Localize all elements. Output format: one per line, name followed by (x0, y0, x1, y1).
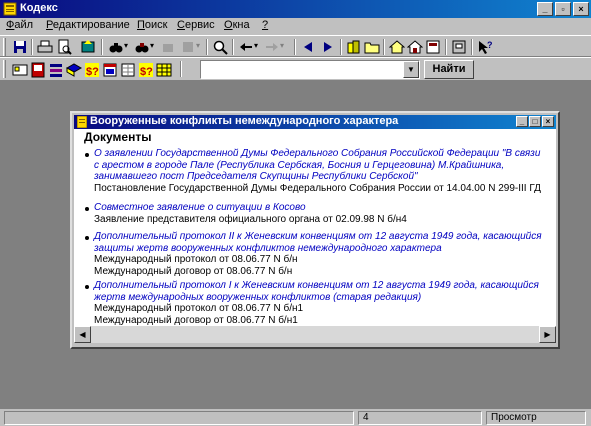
document-info: Заявление представителя официального орг… (94, 213, 407, 225)
document-link[interactable]: Совместное заявление о ситуации в Косово (94, 202, 544, 214)
print-icon[interactable] (37, 39, 53, 55)
price-query-2-icon[interactable]: $? (138, 62, 154, 78)
print-preview-icon[interactable] (56, 39, 72, 55)
document-window: Вооруженные конфликты немеждународного х… (70, 111, 560, 349)
restore-button[interactable]: ▫ (555, 2, 571, 16)
status-panel-main (4, 411, 354, 425)
menu-bar: Файл Редактирование Поиск Сервис Окна ? (0, 18, 591, 35)
books-icon[interactable] (346, 39, 362, 55)
menu-windows[interactable]: Окна (224, 19, 250, 31)
documents-heading: Документы (84, 130, 152, 144)
card-icon[interactable] (12, 62, 28, 78)
bullet-icon (85, 285, 89, 289)
list-item: О заявлении Государственной Думы Федерал… (85, 148, 544, 194)
context-help-icon[interactable]: ? (477, 39, 493, 55)
classifier-icon[interactable] (48, 62, 64, 78)
document-info: Международный договор от 08.06.77 N б/н (94, 265, 293, 277)
bullet-icon (85, 236, 89, 240)
document-icon[interactable] (425, 39, 441, 55)
document-info: Международный договор от 08.06.77 N б/н1 (94, 314, 298, 326)
scroll-right-icon[interactable]: ▶ (539, 326, 556, 343)
search-combo[interactable]: ▼ (200, 60, 420, 79)
calendar-icon[interactable] (102, 62, 118, 78)
grid-doc-icon[interactable] (120, 62, 136, 78)
child-minimize-button[interactable]: _ (516, 116, 528, 127)
status-mode: Просмотр (486, 411, 586, 425)
find-next-icon[interactable] (134, 39, 150, 55)
document-link[interactable]: О заявлении Государственной Думы Федерал… (94, 148, 544, 183)
settings-icon[interactable] (451, 39, 467, 55)
document-list: Документы О заявлении Государственной Ду… (74, 129, 556, 326)
app-icon (3, 2, 17, 16)
document-window-title: Вооруженные конфликты немеждународного х… (90, 115, 399, 127)
binoculars-icon[interactable] (108, 39, 124, 55)
save-icon[interactable] (12, 39, 28, 55)
bullet-icon (85, 207, 89, 211)
book-icon[interactable] (66, 62, 82, 78)
document-link[interactable]: Дополнительный протокол I к Женевским ко… (94, 280, 544, 303)
table-icon[interactable] (156, 62, 172, 78)
svg-text:?: ? (487, 40, 493, 50)
main-toolbar: ▾ ▾ ▾ ▾ ▾ ? (0, 35, 591, 57)
horizontal-scrollbar[interactable]: ◀ ▶ (74, 326, 556, 343)
price-query-icon[interactable]: $? (84, 62, 100, 78)
menu-service[interactable]: Сервис (177, 19, 215, 31)
app-title: Кодекс (20, 2, 58, 14)
document-info: Постановление Государственной Думы Федер… (94, 182, 541, 194)
list-item: Дополнительный протокол I к Женевским ко… (85, 280, 544, 326)
scroll-left-icon[interactable]: ◀ (74, 326, 91, 343)
document-info: Международный протокол от 08.06.77 N б/н (94, 254, 298, 265)
status-bar: 4 Просмотр (0, 409, 591, 426)
child-close-button[interactable]: × (542, 116, 554, 127)
bookmark-icon[interactable] (180, 39, 196, 55)
bullet-icon (85, 153, 89, 157)
next-doc-icon[interactable] (320, 39, 336, 55)
toolbar-grip[interactable] (3, 38, 6, 56)
document-link[interactable]: Дополнительный протокол II к Женевским к… (94, 231, 544, 254)
chevron-down-icon[interactable]: ▼ (403, 61, 419, 78)
menu-help[interactable]: ? (262, 19, 268, 31)
document-window-title-bar: Вооруженные конфликты немеждународного х… (74, 115, 556, 129)
mdi-workspace: Вооруженные конфликты немеждународного х… (0, 81, 591, 409)
menu-file[interactable]: Файл (6, 19, 33, 31)
menu-search[interactable]: Поиск (137, 19, 167, 31)
svg-text:$?: $? (140, 66, 153, 78)
find-button[interactable]: Найти (424, 60, 474, 79)
toolbar-grip-2[interactable] (3, 60, 6, 78)
close-button[interactable]: × (573, 2, 589, 16)
minimize-button[interactable]: _ (537, 2, 553, 16)
magnifier-icon[interactable] (212, 39, 228, 55)
app-title-bar: Кодекс _ ▫ × (0, 0, 591, 18)
home-icon[interactable] (389, 39, 405, 55)
document-info: Международный протокол от 08.06.77 N б/н… (94, 303, 304, 314)
list-item: Совместное заявление о ситуации в Косово… (85, 202, 544, 225)
forward-arrow-icon[interactable] (264, 39, 280, 55)
status-page: 4 (358, 411, 482, 425)
back-arrow-icon[interactable] (238, 39, 254, 55)
svg-text:$?: $? (86, 66, 99, 78)
search-toolbar: $? $? ▼ Найти (0, 57, 591, 81)
child-maximize-button[interactable]: □ (529, 116, 541, 127)
menu-edit[interactable]: Редактирование (46, 19, 130, 31)
folder-doc-icon (77, 116, 87, 128)
red-doc-icon[interactable] (30, 62, 46, 78)
mark-icon[interactable] (160, 39, 176, 55)
export-icon[interactable] (80, 39, 96, 55)
home-folder-icon[interactable] (407, 39, 423, 55)
folder-icon[interactable] (364, 39, 380, 55)
prev-doc-icon[interactable] (300, 39, 316, 55)
list-item: Дополнительный протокол II к Женевским к… (85, 231, 544, 277)
